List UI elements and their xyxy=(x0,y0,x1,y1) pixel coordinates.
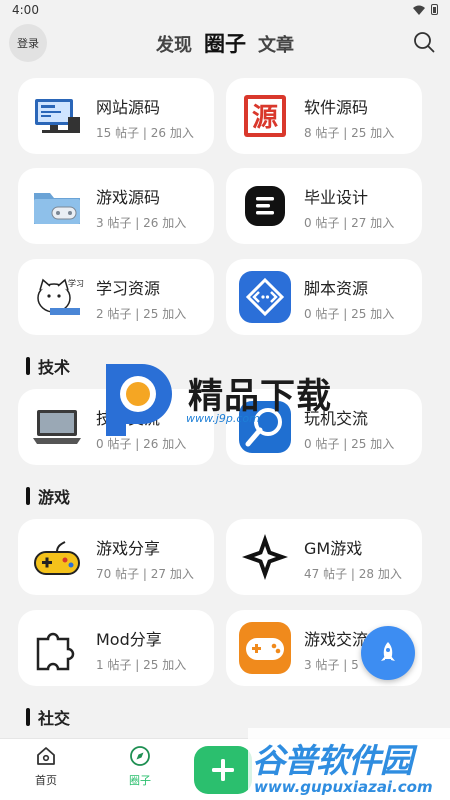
add-button[interactable] xyxy=(194,746,252,794)
section-marker xyxy=(26,487,30,505)
computer-code-icon xyxy=(30,89,84,143)
circle-stats: 0 帖子 | 27 加入 xyxy=(304,216,395,230)
orange-gamepad-icon xyxy=(238,621,292,675)
circle-stats: 2 帖子 | 25 加入 xyxy=(96,307,187,321)
circle-name: Mod分享 xyxy=(96,630,162,649)
home-icon xyxy=(37,747,55,765)
cat-studying-icon: 学习 xyxy=(30,270,84,324)
rocket-icon xyxy=(381,642,395,661)
tab-circle[interactable]: 圈子 xyxy=(204,28,246,58)
circle-name: 游戏源码 xyxy=(96,188,161,207)
script-code-icon xyxy=(238,270,292,324)
circle-name: GM游戏 xyxy=(304,539,363,558)
nav-circle[interactable]: 圈子 xyxy=(110,745,170,797)
circle-stats: 3 帖子 | 26 加入 xyxy=(96,216,187,230)
watermark-overlay-corner: 谷普软件园 www.gupuxiazai.com xyxy=(248,728,450,800)
circle-card-software-source[interactable]: 源 软件源码 8 帖子 | 25 加入 xyxy=(226,78,422,154)
circle-name: 学习资源 xyxy=(96,279,161,298)
wifi-icon xyxy=(413,5,425,15)
plus-icon xyxy=(212,759,234,781)
watermark-url: www.j9p.com xyxy=(186,412,260,425)
status-bar: 4:00 xyxy=(0,0,450,22)
battery-icon xyxy=(431,4,438,15)
source-seal-icon: 源 xyxy=(238,89,292,143)
top-header: 登录 发现 圈子 文章 xyxy=(0,22,450,66)
circle-name: 游戏交流 xyxy=(304,630,369,649)
circle-card-gm-games[interactable]: GM游戏 47 帖子 | 28 加入 xyxy=(226,519,422,595)
section-header-games: 游戏 xyxy=(26,486,71,507)
circle-name: 毕业设计 xyxy=(304,188,369,207)
circle-name: 网站源码 xyxy=(96,98,161,117)
compass-icon xyxy=(130,746,150,766)
section-marker xyxy=(26,357,30,375)
tab-discover[interactable]: 发现 xyxy=(156,31,192,57)
svg-text:学习: 学习 xyxy=(68,278,84,288)
nav-home-label: 首页 xyxy=(35,774,57,787)
document-lines-icon xyxy=(238,179,292,233)
circle-card-website-source[interactable]: 网站源码 15 帖子 | 26 加入 xyxy=(18,78,214,154)
circle-card-game-sharing[interactable]: 游戏分享 70 帖子 | 27 加入 xyxy=(18,519,214,595)
puzzle-piece-icon xyxy=(30,621,84,675)
section-marker xyxy=(26,708,30,726)
search-icon[interactable] xyxy=(412,30,436,54)
circle-card-mod-sharing[interactable]: Mod分享 1 帖子 | 25 加入 xyxy=(18,610,214,686)
circle-stats: 47 帖子 | 28 加入 xyxy=(304,567,402,581)
circle-stats: 70 帖子 | 27 加入 xyxy=(96,567,194,581)
p-logo-icon xyxy=(106,364,172,436)
circle-stats: 1 帖子 | 25 加入 xyxy=(96,658,187,672)
circle-name: 软件源码 xyxy=(304,98,369,117)
watermark-overlay: 精品下载 www.j9p.com xyxy=(98,360,358,438)
circle-name: 游戏分享 xyxy=(96,539,161,558)
circle-stats: 15 帖子 | 26 加入 xyxy=(96,126,194,140)
tab-articles[interactable]: 文章 xyxy=(258,31,294,57)
section-header-tech: 技术 xyxy=(26,356,71,377)
circle-card-graduation-design[interactable]: 毕业设计 0 帖子 | 27 加入 xyxy=(226,168,422,244)
section-header-social: 社交 xyxy=(26,707,71,728)
circle-card-study-resources[interactable]: 学习 学习资源 2 帖子 | 25 加入 xyxy=(18,259,214,335)
top-tabs: 发现 圈子 文章 xyxy=(0,28,450,58)
circle-card-game-source[interactable]: 游戏源码 3 帖子 | 26 加入 xyxy=(18,168,214,244)
section-title: 游戏 xyxy=(38,488,71,507)
circle-card-script-resources[interactable]: 脚本资源 0 帖子 | 25 加入 xyxy=(226,259,422,335)
circle-stats: 0 帖子 | 25 加入 xyxy=(304,307,395,321)
circle-stats: 8 帖子 | 25 加入 xyxy=(304,126,395,140)
nav-circle-label: 圈子 xyxy=(129,774,151,787)
new-post-button[interactable] xyxy=(361,626,415,680)
game-folder-icon xyxy=(30,179,84,233)
watermark-brand-2: 谷普软件园 xyxy=(252,741,413,780)
gamepad-icon xyxy=(30,530,84,584)
section-title: 社交 xyxy=(38,709,71,728)
system-icons xyxy=(413,4,438,15)
circle-name: 脚本资源 xyxy=(304,279,369,298)
status-time: 4:00 xyxy=(12,3,39,17)
nav-home[interactable]: 首页 xyxy=(16,745,76,797)
circle-stats: 3 帖子 | 5 xyxy=(304,658,359,672)
star-diamond-icon xyxy=(238,530,292,584)
laptop-icon xyxy=(30,400,84,454)
section-title: 技术 xyxy=(38,358,71,377)
svg-text:源: 源 xyxy=(252,103,278,133)
watermark-url-2: www.gupuxiazai.com xyxy=(254,778,433,796)
